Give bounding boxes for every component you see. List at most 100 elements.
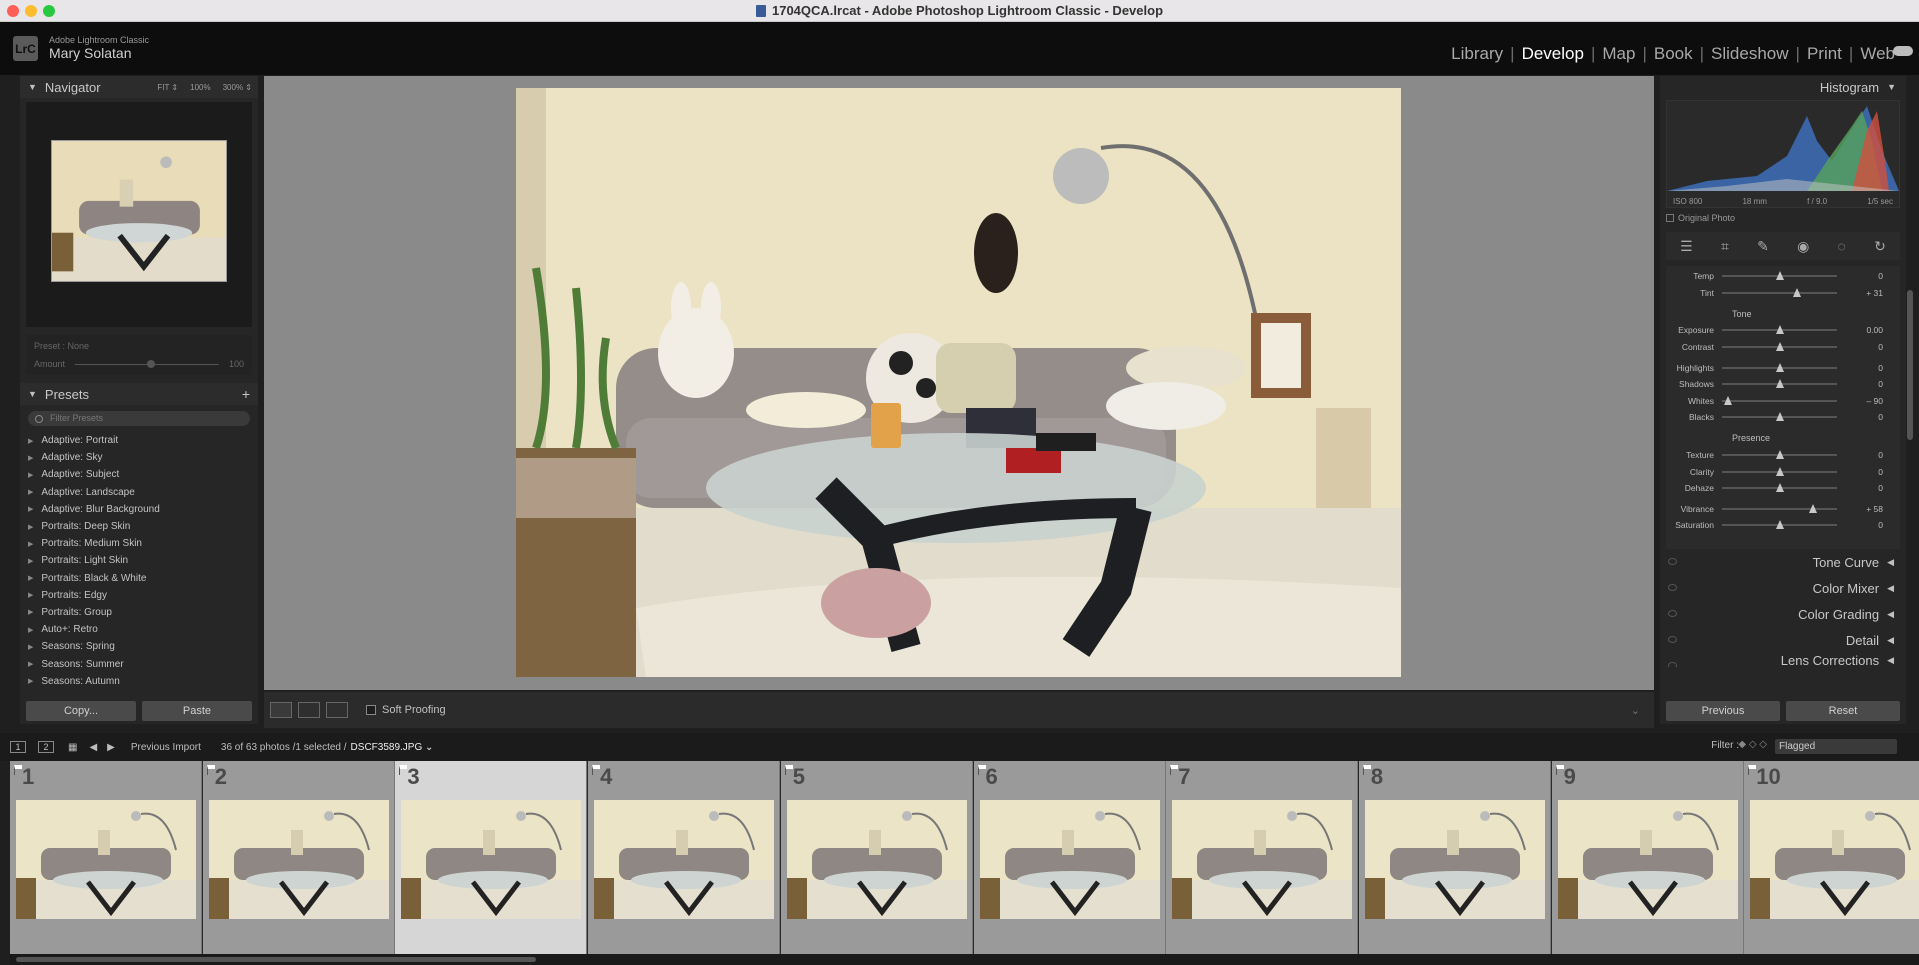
forward-arrow-icon[interactable]: ▶ [107,742,115,753]
slider-track[interactable] [1722,503,1837,513]
slider-value[interactable]: 0 [1837,412,1887,422]
slider-blacks[interactable]: Blacks 0 [1666,409,1900,426]
preset-folder[interactable]: ▶ Portraits: Group [28,604,258,621]
slider-value[interactable]: 0 [1837,363,1887,373]
preset-folder[interactable]: ▶ Portraits: Black & White [28,570,258,587]
copy-button[interactable]: Copy... [26,701,136,721]
module-slideshow[interactable]: Slideshow [1711,44,1789,64]
slider-highlights[interactable]: Highlights 0 [1666,359,1900,376]
slider-temp[interactable]: Temp 0 [1666,268,1900,285]
filmstrip-thumbnail[interactable]: 9 [1551,761,1744,954]
panel-visibility-icon[interactable] [1668,662,1677,667]
histogram-header[interactable]: Histogram ▼ [1660,76,1906,98]
preset-folder[interactable]: ▶ Seasons: Autumn [28,673,258,690]
zoom-window-button[interactable] [43,5,55,17]
right-panel-scrollbar[interactable] [1907,290,1913,440]
flag-icon[interactable] [977,765,986,775]
flag-filter-icons[interactable]: ◆ ◇ ◇ [1738,739,1767,750]
red-eye-icon[interactable]: ◉ [1797,238,1809,255]
image-canvas[interactable] [264,76,1654,690]
module-develop[interactable]: Develop [1522,44,1584,64]
histogram-graph[interactable]: ISO 800 18 mm f / 9.0 1/5 sec [1666,100,1900,208]
filmstrip-scroll-thumb[interactable] [16,957,536,962]
slider-track[interactable] [1722,287,1837,297]
slider-knob[interactable] [1792,287,1801,297]
filmstrip-thumbnail[interactable]: 6 [973,761,1166,954]
slider-knob[interactable] [1723,395,1732,405]
slider-track[interactable] [1722,271,1837,281]
slider-whites[interactable]: Whites – 90 [1666,393,1900,410]
slider-value[interactable]: 0 [1837,271,1887,281]
slider-track[interactable] [1722,325,1837,335]
preset-folder[interactable]: ▶ Auto+: Retro [28,621,258,638]
slider-track[interactable] [1722,466,1837,476]
slider-knob[interactable] [1775,466,1784,476]
flag-icon[interactable] [1362,765,1371,775]
slider-track[interactable] [1722,450,1837,460]
module-web[interactable]: Web [1860,44,1895,64]
reset-button[interactable]: Reset [1786,701,1900,721]
panel-tone-curve[interactable]: Tone Curve ◀ [1660,549,1906,575]
filmstrip-thumbnail[interactable]: 2 [202,761,395,954]
module-book[interactable]: Book [1654,44,1693,64]
slider-knob[interactable] [1775,379,1784,389]
toolbar-menu-icon[interactable]: ⌄ [1631,704,1640,717]
panel-visibility-icon[interactable] [1668,636,1677,643]
filmstrip-thumbnail[interactable]: 8 [1358,761,1551,954]
slider-value[interactable]: 0 [1837,467,1887,477]
slider-clarity[interactable]: Clarity 0 [1666,463,1900,480]
preset-folder[interactable]: ▶ Portraits: Deep Skin [28,518,258,535]
preset-folder[interactable]: ▶ Adaptive: Sky [28,449,258,466]
flag-icon[interactable] [592,765,601,775]
preset-folder[interactable]: ▶ Portraits: Light Skin [28,552,258,569]
soft-proofing-checkbox[interactable] [366,705,376,715]
slider-track[interactable] [1722,379,1837,389]
module-map[interactable]: Map [1602,44,1635,64]
slider-saturation[interactable]: Saturation 0 [1666,517,1900,534]
crop-icon[interactable]: ⌗ [1721,238,1729,255]
module-print[interactable]: Print [1807,44,1842,64]
slider-track[interactable] [1722,342,1837,352]
slider-track[interactable] [1722,362,1837,372]
flag-icon[interactable] [399,765,408,775]
slider-dehaze[interactable]: Dehaze 0 [1666,480,1900,497]
panel-color-grading[interactable]: Color Grading ◀ [1660,601,1906,627]
preset-folder[interactable]: ▶ Adaptive: Landscape [28,484,258,501]
filmstrip-source[interactable]: Previous Import [131,742,201,753]
grid-view-icon[interactable]: ▦ [68,742,77,753]
slider-knob[interactable] [1808,503,1817,513]
slider-contrast[interactable]: Contrast 0 [1666,339,1900,356]
panel-visibility-icon[interactable] [1668,610,1677,617]
main-window-button[interactable]: 1 [10,741,26,753]
slider-knob[interactable] [1775,362,1784,372]
filmstrip-thumbnail[interactable]: 7 [1166,761,1359,954]
healing-icon[interactable]: ✎ [1757,238,1769,255]
filmstrip-thumbnail[interactable]: 5 [780,761,973,954]
before-after-toggle-icon[interactable] [326,702,348,718]
loupe-view-icon[interactable] [270,702,292,718]
before-after-view-icon[interactable] [298,702,320,718]
filter-presets-input[interactable]: Filter Presets [28,411,250,426]
filmstrip-thumbnail[interactable]: 1 [10,761,202,954]
flag-icon[interactable] [1170,765,1179,775]
slider-knob[interactable] [1775,483,1784,493]
back-arrow-icon[interactable]: ◀ [89,742,97,753]
slider-value[interactable]: 0 [1837,483,1887,493]
original-photo-toggle[interactable]: Original Photo [1660,210,1906,226]
zoom-fit-option[interactable]: FIT ⇕ [157,83,178,92]
preset-folder[interactable]: ▶ Portraits: Edgy [28,587,258,604]
filmstrip-thumbnail[interactable]: 10 [1744,761,1919,954]
slider-tint[interactable]: Tint + 31 [1666,285,1900,302]
panel-color-mixer[interactable]: Color Mixer ◀ [1660,575,1906,601]
previous-button[interactable]: Previous [1666,701,1780,721]
original-photo-checkbox[interactable] [1666,214,1674,222]
slider-value[interactable]: 0 [1837,450,1887,460]
slider-shadows[interactable]: Shadows 0 [1666,376,1900,393]
panel-visibility-icon[interactable] [1668,558,1677,565]
slider-value[interactable]: 0 [1837,520,1887,530]
main-photo[interactable] [516,88,1401,677]
panel-detail[interactable]: Detail ◀ [1660,627,1906,653]
panel-lens-corrections[interactable]: Lens Corrections ◀ [1660,653,1906,667]
filter-dropdown[interactable]: Flagged [1775,739,1897,754]
add-preset-icon[interactable]: + [242,386,250,402]
